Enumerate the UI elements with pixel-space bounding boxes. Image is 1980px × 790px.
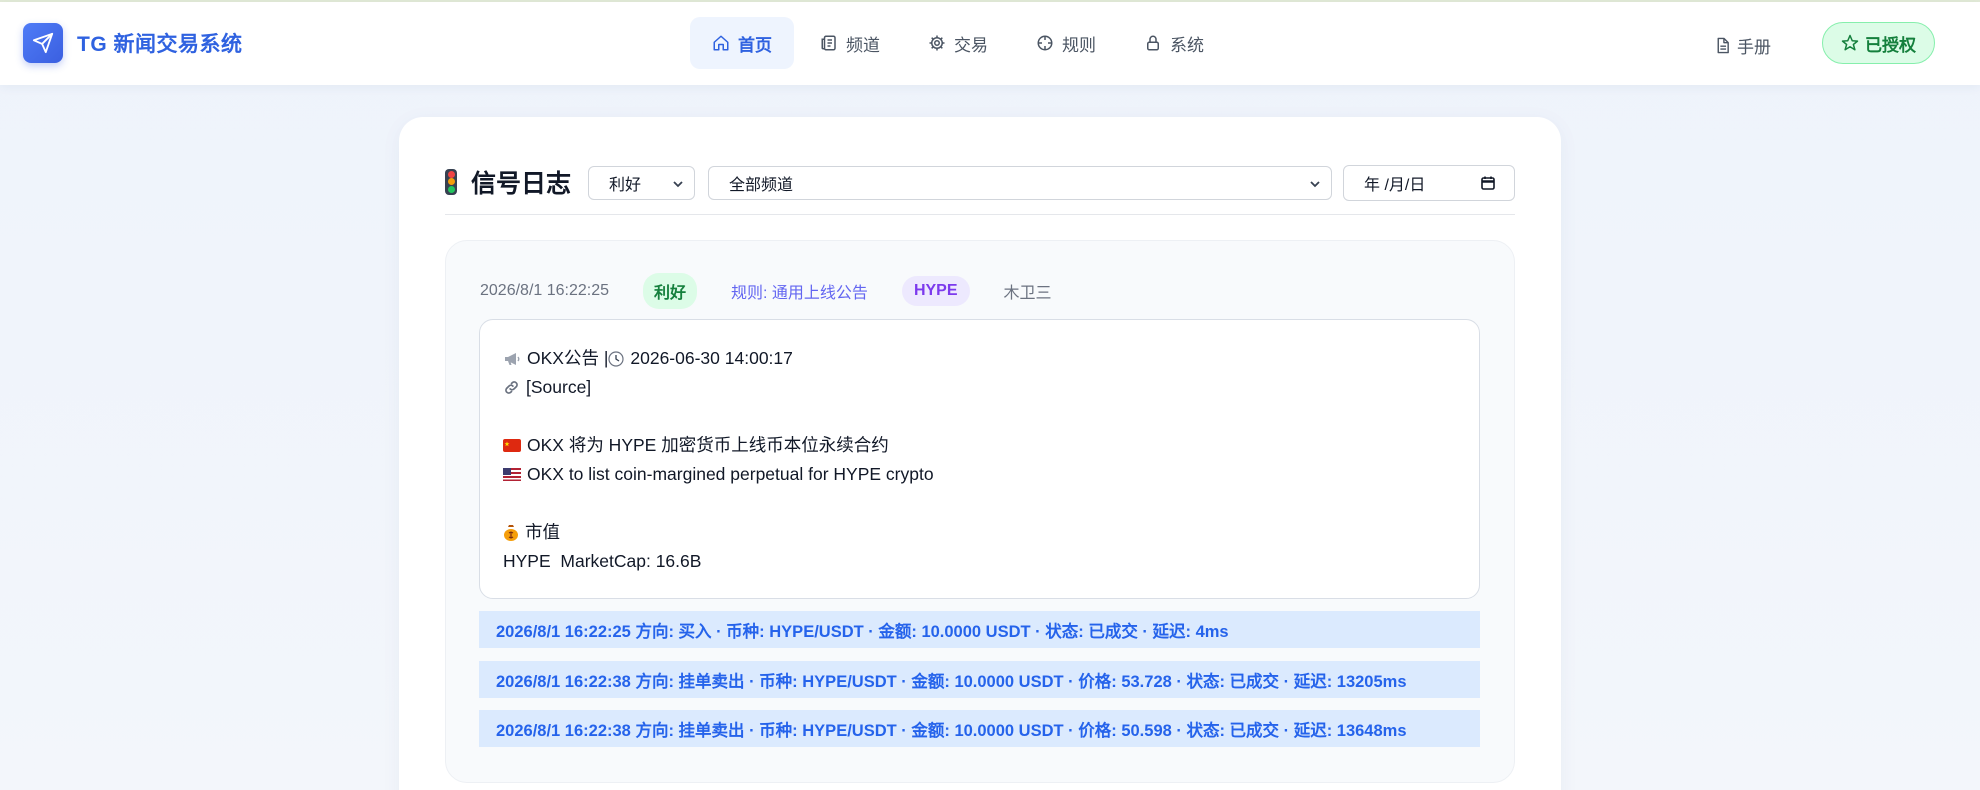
- top-navbar: TG 新闻交易系统 首页 频道 交易 规则 系统 手册 已授权: [0, 2, 1980, 85]
- date-filter-input[interactable]: 年 /月/日: [1343, 165, 1515, 201]
- nav-item-label: 规则: [1062, 35, 1096, 55]
- signal-time: 2026/8/1 16:22:25: [480, 282, 610, 299]
- gear-icon: [929, 35, 945, 51]
- paper-plane-icon: [23, 23, 63, 63]
- signal-message: OKX公告 | 2026-06-30 14:00:17 [Source] OKX…: [479, 319, 1480, 599]
- manual-link[interactable]: 手册: [1714, 33, 1771, 58]
- trade-record: 2026/8/1 16:22:38 方向: 挂单卖出 · 币种: HYPE/US…: [479, 661, 1480, 698]
- message-timestamp: 2026-06-30 14:00:17: [630, 348, 793, 368]
- message-marketcap-label: 市值: [525, 522, 560, 542]
- money-bag-icon: [504, 525, 518, 541]
- nav-item-label: 首页: [738, 35, 772, 55]
- crosshair-icon: [1037, 35, 1053, 51]
- message-source-link[interactable]: [Source]: [526, 373, 591, 402]
- star-icon: [1841, 34, 1859, 51]
- channel-filter-select[interactable]: 全部频道: [708, 166, 1332, 200]
- nav-item-label: 系统: [1170, 35, 1204, 55]
- trade-record: 2026/8/1 16:22:25 方向: 买入 · 币种: HYPE/USDT…: [479, 611, 1480, 648]
- us-flag-icon: [503, 468, 521, 481]
- home-icon: [713, 35, 729, 51]
- coin-badge: HYPE: [901, 276, 970, 306]
- megaphone-icon: [505, 352, 520, 365]
- message-headline-en: OKX to list coin-margined perpetual for …: [527, 464, 934, 484]
- trade-record: 2026/8/1 16:22:38 方向: 挂单卖出 · 币种: HYPE/US…: [479, 710, 1480, 747]
- page-title: 信号日志: [471, 170, 572, 198]
- signal-entry-meta: 2026/8/1 16:22:25 利好 规则: 通用上线公告 HYPE 木卫三: [480, 273, 1052, 309]
- nav-item-label: 频道: [846, 35, 880, 55]
- document-icon: [1717, 37, 1729, 54]
- newspaper-icon: [821, 35, 836, 51]
- calendar-icon: [1481, 176, 1495, 190]
- sentiment-filter-value: 利好: [609, 177, 642, 194]
- nav-item-trading[interactable]: 交易: [906, 17, 1010, 69]
- chevron-down-icon: [1310, 181, 1320, 188]
- china-flag-icon: [503, 439, 521, 452]
- chevron-down-icon: [673, 181, 683, 188]
- traffic-light-icon: [445, 169, 457, 195]
- channel-name: 木卫三: [1003, 285, 1052, 302]
- signal-log-header: 信号日志: [445, 164, 571, 200]
- nav-item-channels[interactable]: 频道: [798, 17, 902, 69]
- nav-item-rules[interactable]: 规则: [1014, 17, 1118, 69]
- sentiment-filter-select[interactable]: 利好: [588, 166, 695, 200]
- nav-item-label: 交易: [954, 35, 988, 55]
- date-placeholder: 年 /月/日: [1364, 177, 1426, 194]
- message-source-label: OKX公告 |: [527, 348, 609, 368]
- message-marketcap-value: HYPE MarketCap: 16.6B: [503, 551, 702, 571]
- sentiment-badge: 利好: [643, 273, 698, 309]
- brand[interactable]: TG 新闻交易系统: [23, 23, 243, 63]
- link-icon: [505, 381, 518, 394]
- nav-item-home[interactable]: 首页: [690, 17, 794, 69]
- licensed-badge[interactable]: 已授权: [1822, 22, 1935, 64]
- app-title: TG 新闻交易系统: [77, 33, 243, 56]
- manual-label: 手册: [1737, 38, 1771, 57]
- licensed-label: 已授权: [1865, 35, 1916, 55]
- main-nav: 首页 频道 交易 规则 系统: [690, 17, 1230, 69]
- lock-icon: [1147, 35, 1159, 51]
- clock-icon: [608, 350, 624, 367]
- nav-item-system[interactable]: 系统: [1122, 17, 1226, 69]
- rule-link[interactable]: 规则: 通用上线公告: [731, 279, 868, 303]
- message-headline-zh: OKX 将为 HYPE 加密货币上线币本位永续合约: [527, 435, 889, 455]
- channel-filter-value: 全部频道: [729, 177, 794, 194]
- header-divider: [445, 214, 1515, 215]
